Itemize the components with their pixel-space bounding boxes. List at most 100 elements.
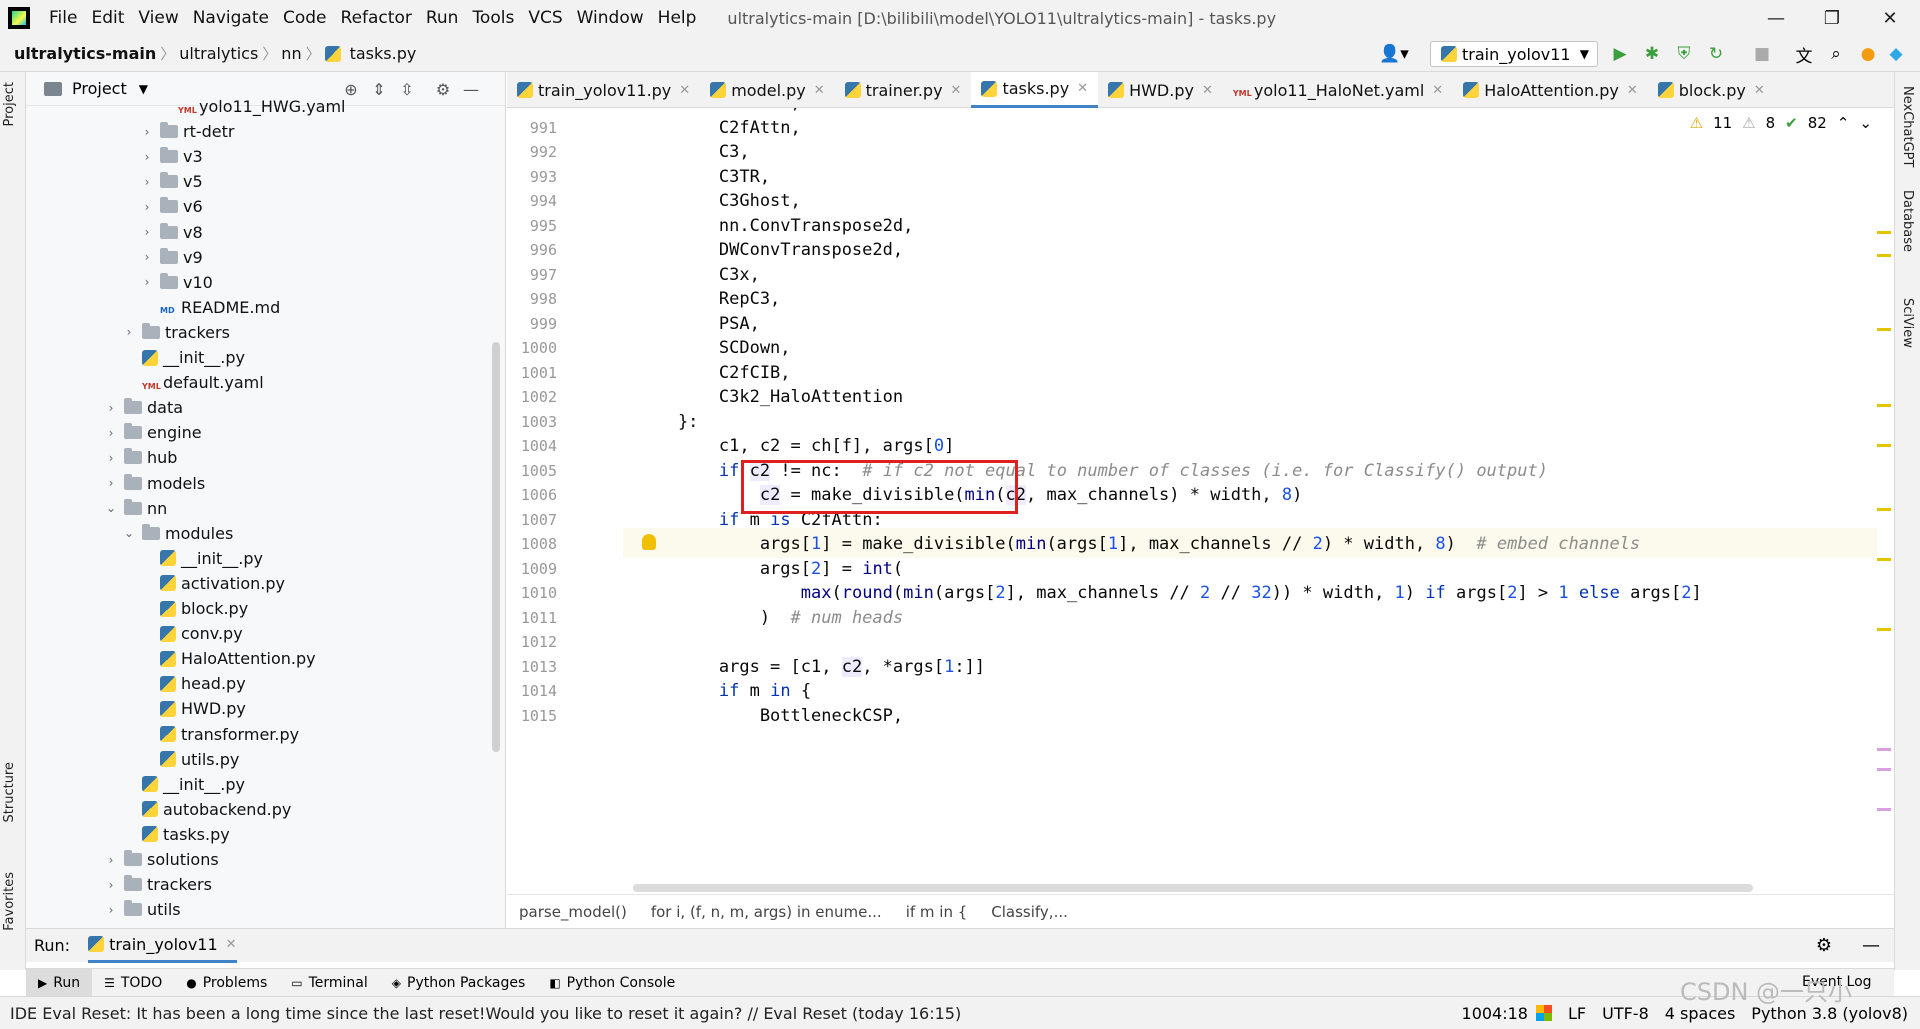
bottom-tab-python-console[interactable]: ◧ Python Console <box>537 969 687 997</box>
chevron-icon[interactable]: › <box>104 451 118 465</box>
run-config-select[interactable]: train_yolov11 ▼ <box>1430 41 1598 67</box>
code-editor[interactable]: 990 991 992 993 994 995 996 997 998 999 1000 1001 10… <box>507 108 1894 894</box>
tree-item[interactable]: HaloAttention.py <box>140 646 316 671</box>
tree-item[interactable]: __init__.py <box>122 772 245 797</box>
line-separator[interactable]: LF <box>1560 1004 1594 1023</box>
maximize-icon[interactable]: ❐ <box>1804 0 1860 36</box>
chevron-icon[interactable]: › <box>140 275 154 289</box>
menu-navigate[interactable]: Navigate <box>186 0 276 36</box>
editor-breadcrumb-item[interactable]: if m in { <box>894 903 980 921</box>
chevron-icon[interactable]: › <box>140 150 154 164</box>
tree-item[interactable]: activation.py <box>140 571 285 596</box>
scroll-marker[interactable] <box>1877 231 1891 234</box>
tree-item[interactable]: ⌄ nn <box>104 496 167 521</box>
tree-item[interactable]: › data <box>104 395 183 420</box>
breadcrumb-file[interactable]: tasks.py <box>346 44 421 63</box>
menu-file[interactable]: File <box>42 0 84 36</box>
inspection-widget[interactable]: ⚠ 11 ⚠ 8 ✔ 82 ⌃ ⌄ <box>1690 114 1872 132</box>
chevron-icon[interactable]: › <box>104 401 118 415</box>
close-icon[interactable]: ✕ <box>1627 83 1638 98</box>
tree-item[interactable]: utils.py <box>140 747 239 772</box>
editor-tab[interactable]: block.py ✕ <box>1648 72 1775 108</box>
chevron-up-icon[interactable]: ⌃ <box>1837 114 1850 132</box>
editor-breadcrumb-item[interactable]: for i, (f, n, m, args) in enume... <box>639 903 894 921</box>
menu-help[interactable]: Help <box>651 0 704 36</box>
menu-tools[interactable]: Tools <box>465 0 521 36</box>
scroll-marker[interactable] <box>1877 254 1891 257</box>
tree-item[interactable]: › solutions <box>104 847 219 872</box>
caret-position[interactable]: 1004:18 <box>1454 1004 1536 1023</box>
tool-window-project[interactable]: Project <box>2 82 17 126</box>
tree-item[interactable]: › v6 <box>140 194 203 219</box>
close-icon[interactable]: ✕ <box>1432 83 1443 98</box>
tool-window-sciview[interactable]: SciView <box>1900 298 1915 348</box>
close-icon[interactable]: ✕ <box>1862 0 1918 36</box>
editor-tab[interactable]: tasks.py ✕ <box>971 72 1099 108</box>
tool-window-database[interactable]: Database <box>1900 190 1915 252</box>
editor-tab[interactable]: YML yolo11_HaloNet.yaml ✕ <box>1223 72 1453 108</box>
bottom-tab-todo[interactable]: ☰ TODO <box>92 969 174 997</box>
jetbrains-icon[interactable]: ◆ <box>1884 42 1908 66</box>
menu-refactor[interactable]: Refactor <box>334 0 419 36</box>
editor-tab[interactable]: HWD.py ✕ <box>1098 72 1223 108</box>
scroll-marker[interactable] <box>1877 404 1891 407</box>
close-icon[interactable]: ✕ <box>226 937 237 952</box>
hide-icon[interactable]: — <box>1862 935 1880 956</box>
tree-item[interactable]: autobackend.py <box>122 797 291 822</box>
tool-window-favorites[interactable]: Favorites <box>2 872 17 931</box>
chevron-icon[interactable]: › <box>122 325 136 339</box>
tool-window-chatgpt[interactable]: NexChatGPT <box>1900 86 1915 167</box>
menu-window[interactable]: Window <box>570 0 651 36</box>
scroll-marker[interactable] <box>1877 328 1891 331</box>
lightbulb-icon[interactable] <box>642 534 656 550</box>
tree-item[interactable]: › models <box>104 471 205 496</box>
menu-code[interactable]: Code <box>276 0 334 36</box>
tree-item[interactable]: YML yolo11_HWG.yaml <box>158 94 346 119</box>
close-icon[interactable]: ✕ <box>814 83 825 98</box>
tree-item[interactable]: › v8 <box>140 220 203 245</box>
gear-icon[interactable]: ⚙ <box>432 78 454 100</box>
chevron-icon[interactable]: › <box>140 125 154 139</box>
tree-item[interactable]: › utils <box>104 897 181 922</box>
menu-vcs[interactable]: VCS <box>521 0 569 36</box>
menu-run[interactable]: Run <box>419 0 466 36</box>
scroll-marker[interactable] <box>1877 558 1891 561</box>
code-line[interactable]: ) # num heads <box>637 603 903 633</box>
chevron-icon[interactable]: › <box>104 903 118 917</box>
stop-icon[interactable]: ■ <box>1750 42 1774 66</box>
close-icon[interactable]: ✕ <box>951 83 962 98</box>
chevron-icon[interactable]: ⌄ <box>122 526 136 540</box>
tree-item[interactable]: YML default.yaml <box>122 370 264 395</box>
close-icon[interactable]: ✕ <box>1202 83 1213 98</box>
gear-icon[interactable]: ⚙ <box>1816 935 1832 956</box>
chevron-icon[interactable]: › <box>104 853 118 867</box>
tree-item[interactable]: › rt-detr <box>140 119 234 144</box>
editor-tab[interactable]: model.py ✕ <box>700 72 834 108</box>
chevron-icon[interactable]: › <box>104 878 118 892</box>
run-tab[interactable]: train_yolov11 ✕ <box>88 929 237 963</box>
chevron-down-icon[interactable]: ⌄ <box>1859 114 1872 132</box>
bottom-tab-run[interactable]: ▶ Run <box>26 968 93 997</box>
profile-icon[interactable]: ↻ <box>1704 42 1728 66</box>
tree-item[interactable]: › v10 <box>140 270 213 295</box>
tree-item[interactable]: conv.py <box>140 621 243 646</box>
chevron-icon[interactable]: › <box>140 225 154 239</box>
menu-view[interactable]: View <box>131 0 185 36</box>
breadcrumb-root[interactable]: ultralytics-main <box>0 44 160 63</box>
close-icon[interactable]: ✕ <box>1754 83 1765 98</box>
tree-item[interactable]: › trackers <box>104 872 212 897</box>
translate-icon[interactable]: 文 <box>1792 42 1816 67</box>
editor-tab[interactable]: train_yolov11.py ✕ <box>507 72 700 108</box>
chevron-icon[interactable]: › <box>140 200 154 214</box>
scroll-marker[interactable] <box>1877 628 1891 631</box>
chevron-icon[interactable]: › <box>140 250 154 264</box>
tree-item[interactable]: __init__.py <box>140 546 263 571</box>
chevron-icon[interactable]: › <box>140 175 154 189</box>
chevron-down-icon[interactable]: ▼ <box>139 82 148 96</box>
breadcrumb-ultralytics[interactable]: ultralytics <box>175 44 262 63</box>
tree-item[interactable]: › v3 <box>140 144 203 169</box>
tree-item[interactable]: transformer.py <box>140 722 299 747</box>
scroll-marker[interactable] <box>1877 808 1891 811</box>
chevron-icon[interactable]: › <box>104 426 118 440</box>
tree-item[interactable]: tasks.py <box>122 822 230 847</box>
